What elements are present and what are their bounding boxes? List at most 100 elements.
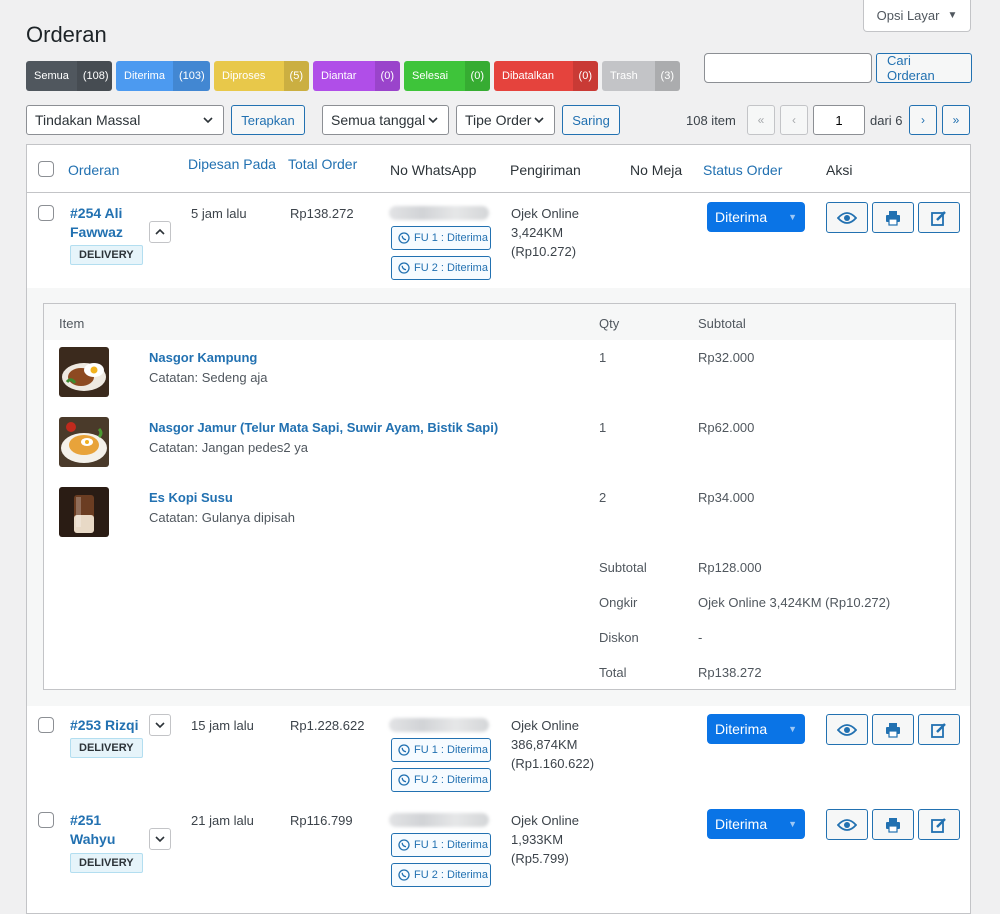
search-orders-input[interactable] <box>704 53 872 83</box>
summary-label-subtotal: Subtotal <box>599 560 647 575</box>
row-checkbox[interactable] <box>38 812 54 828</box>
row-checkbox[interactable] <box>38 717 54 733</box>
status-tab-label: Dibatalkan <box>502 70 554 82</box>
status-tab-selesai[interactable]: Selesai (0) <box>404 61 490 91</box>
current-page-input[interactable] <box>813 105 865 135</box>
status-tab-trash[interactable]: Trash (3) <box>602 61 680 91</box>
expand-details-button[interactable] <box>149 828 171 850</box>
status-tab-count: (103) <box>172 61 210 91</box>
item-name[interactable]: Nasgor Kampung <box>149 350 257 365</box>
item-name[interactable]: Es Kopi Susu <box>149 490 233 505</box>
view-order-button[interactable] <box>826 714 868 745</box>
summary-value-discount: - <box>698 630 703 645</box>
order-link[interactable]: #254 Ali Fawwaz <box>70 204 150 242</box>
summary-value-shipping: Ojek Online 3,424KM (Rp10.272) <box>698 595 891 610</box>
item-name[interactable]: Nasgor Jamur (Telur Mata Sapi, Suwir Aya… <box>149 420 498 435</box>
shipping-distance: 386,874KM <box>511 737 578 752</box>
edit-order-button[interactable] <box>918 202 960 233</box>
status-tab-count: (0) <box>374 61 400 91</box>
items-header-subtotal: Subtotal <box>698 316 746 331</box>
edit-icon <box>931 722 946 738</box>
print-order-button[interactable] <box>872 202 914 233</box>
whatsapp-icon <box>398 744 410 756</box>
search-orders-button[interactable]: Cari Orderan <box>876 53 972 83</box>
order-total: Rp116.799 <box>290 813 353 828</box>
summary-value-total: Rp138.272 <box>698 665 762 680</box>
summary-label-total: Total <box>599 665 627 680</box>
chevron-down-icon <box>203 117 213 124</box>
column-header-shipping: Pengiriman <box>510 162 581 178</box>
caret-down-icon: ▼ <box>788 819 797 829</box>
followup-2-button[interactable]: FU 2 : Diterima <box>391 768 491 792</box>
followup-1-button[interactable]: FU 1 : Diterima <box>391 833 491 857</box>
shipping-info: Ojek Online 1,933KM (Rp5.799) <box>511 811 579 868</box>
followup-1-button[interactable]: FU 1 : Diterima <box>391 226 491 250</box>
last-page-button[interactable]: » <box>942 105 970 135</box>
order-status-dropdown[interactable]: Diterima ▼ <box>707 202 805 232</box>
column-header-order[interactable]: Orderan <box>68 162 119 178</box>
column-header-ordered-at[interactable]: Dipesan Pada <box>188 156 276 172</box>
status-tab-semua[interactable]: Semua (108) <box>26 61 112 91</box>
chevron-down-icon <box>155 722 165 729</box>
bulk-action-value: Tindakan Massal <box>35 112 141 128</box>
order-type-badge: DELIVERY <box>70 245 143 265</box>
shipping-cost: (Rp5.799) <box>511 851 569 866</box>
column-header-status[interactable]: Status Order <box>703 162 782 178</box>
collapse-details-button[interactable] <box>149 221 171 243</box>
table-row: #253 Rizqi DELIVERY 15 jam lalu Rp1.228.… <box>27 706 970 801</box>
chevron-up-icon <box>155 228 165 235</box>
column-header-total[interactable]: Total Order <box>288 156 357 172</box>
status-tab-diterima[interactable]: Diterima (103) <box>116 61 210 91</box>
column-header-table-no: No Meja <box>630 162 683 178</box>
item-note: Catatan: Gulanya dipisah <box>149 510 295 525</box>
edit-order-button[interactable] <box>918 809 960 840</box>
column-header-actions: Aksi <box>826 162 853 178</box>
order-status-dropdown[interactable]: Diterima ▼ <box>707 714 805 744</box>
followup-1-button[interactable]: FU 1 : Diterima <box>391 738 491 762</box>
bulk-action-select[interactable]: Tindakan Massal <box>26 105 224 135</box>
next-page-button[interactable]: › <box>909 105 937 135</box>
expand-details-button[interactable] <box>149 714 171 736</box>
food-image <box>59 487 109 537</box>
view-order-button[interactable] <box>826 202 868 233</box>
item-note: Catatan: Jangan pedes2 ya <box>149 440 309 455</box>
column-header-whatsapp: No WhatsApp <box>390 162 477 178</box>
summary-value-subtotal: Rp128.000 <box>698 560 762 575</box>
order-status-value: Diterima <box>715 721 768 737</box>
total-pages-label: dari 6 <box>870 113 903 128</box>
order-type-select[interactable]: Tipe Order <box>456 105 555 135</box>
followup-2-button[interactable]: FU 2 : Diterima <box>391 256 491 280</box>
status-tab-count: (0) <box>464 61 490 91</box>
screen-options-button[interactable]: Opsi Layar ▼ <box>863 0 971 32</box>
item-qty: 1 <box>599 350 607 365</box>
status-tab-label: Diterima <box>124 70 165 82</box>
order-time: 15 jam lalu <box>191 718 254 733</box>
date-filter-select[interactable]: Semua tanggal <box>322 105 449 135</box>
order-link[interactable]: #253 Rizqi <box>70 716 150 735</box>
shipping-method: Ojek Online <box>511 206 579 221</box>
edit-order-button[interactable] <box>918 714 960 745</box>
status-tab-dibatalkan[interactable]: Dibatalkan (0) <box>494 61 598 91</box>
followup-2-button[interactable]: FU 2 : Diterima <box>391 863 491 887</box>
shipping-info: Ojek Online 3,424KM (Rp10.272) <box>511 204 579 261</box>
status-tab-diantar[interactable]: Diantar (0) <box>313 61 400 91</box>
items-header-item: Item <box>59 316 85 331</box>
followup-label: FU 2 : Diterima <box>414 262 488 274</box>
print-order-button[interactable] <box>872 714 914 745</box>
status-tab-diproses[interactable]: Diproses (5) <box>214 61 309 91</box>
item-subtotal: Rp34.000 <box>698 490 755 505</box>
select-all-checkbox[interactable] <box>38 161 54 177</box>
followup-label: FU 2 : Diterima <box>414 869 488 881</box>
print-order-button[interactable] <box>872 809 914 840</box>
whatsapp-number-redacted <box>389 206 489 220</box>
prev-page-button[interactable]: ‹ <box>780 105 808 135</box>
shipping-distance: 1,933KM <box>511 832 564 847</box>
filter-button[interactable]: Saring <box>562 105 620 135</box>
apply-bulk-button[interactable]: Terapkan <box>231 105 305 135</box>
first-page-button[interactable]: « <box>747 105 775 135</box>
order-detail-panel: Item Qty Subtotal Nasgor Kampung Catatan… <box>27 288 970 706</box>
order-status-dropdown[interactable]: Diterima ▼ <box>707 809 805 839</box>
item-qty: 1 <box>599 420 607 435</box>
row-checkbox[interactable] <box>38 205 54 221</box>
view-order-button[interactable] <box>826 809 868 840</box>
